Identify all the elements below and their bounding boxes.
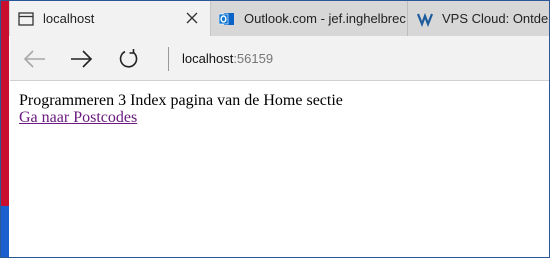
- tab-title: Outlook.com - jef.inghelbrec: [244, 11, 406, 26]
- vps-icon: [417, 11, 433, 27]
- address-host: localhost: [182, 51, 234, 66]
- arrow-left-icon[interactable]: [22, 46, 48, 72]
- tab-outlook[interactable]: Outlook.com - jef.inghelbrec: [211, 1, 408, 36]
- tab-vps-cloud[interactable]: VPS Cloud: Ontdek: [409, 1, 550, 36]
- address-port: :56159: [233, 51, 274, 66]
- browser-window: localhost Outlook.com - jef.inghelbrec V…: [0, 0, 550, 258]
- toolbar-separator: [168, 47, 169, 71]
- postcodes-link[interactable]: Ga naar Postcodes: [19, 109, 137, 126]
- tab-localhost[interactable]: localhost: [10, 1, 211, 36]
- outlook-icon: [219, 11, 235, 27]
- navigation-bar: localhost:56159: [10, 36, 549, 81]
- tab-strip: localhost Outlook.com - jef.inghelbrec V…: [1, 1, 550, 36]
- refresh-icon[interactable]: [116, 46, 142, 72]
- close-icon[interactable]: [184, 10, 200, 26]
- tab-title: localhost: [43, 11, 95, 26]
- page-icon: [18, 11, 34, 27]
- tab-title: VPS Cloud: Ontdek: [442, 11, 550, 26]
- left-accent-bar-blue: [1, 206, 9, 257]
- address-bar[interactable]: localhost:56159: [182, 51, 273, 66]
- page-heading: Programmeren 3 Index pagina van de Home …: [19, 92, 343, 109]
- arrow-right-icon[interactable]: [68, 46, 94, 72]
- page-content: Programmeren 3 Index pagina van de Home …: [10, 81, 549, 257]
